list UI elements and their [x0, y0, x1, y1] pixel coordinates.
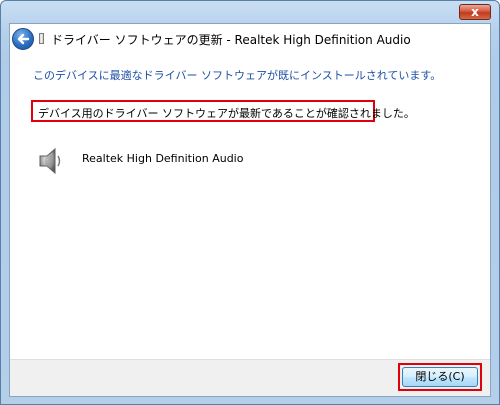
back-button[interactable] — [12, 28, 34, 50]
driver-update-window: x ドライバー ソフトウェアの更新 - Realtek High Definit… — [0, 0, 500, 405]
close-button-highlight: 閉じる(C) — [398, 363, 482, 391]
speaker-icon — [39, 147, 61, 175]
dialog-footer: 閉じる(C) — [10, 359, 490, 396]
confirmation-highlight: デバイス用のドライバー ソフトウェアが最新であることが確認されました。 — [31, 100, 415, 122]
status-message: このデバイスに最適なドライバー ソフトウェアが既にインストールされています。 — [33, 69, 442, 82]
close-button[interactable]: 閉じる(C) — [402, 367, 478, 387]
window-close-button[interactable]: x — [459, 4, 491, 20]
confirmation-message: デバイス用のドライバー ソフトウェアが最新であることが確認されました。 — [38, 107, 415, 120]
close-icon: x — [471, 5, 479, 19]
window-title: ドライバー ソフトウェアの更新 - Realtek High Definitio… — [51, 33, 411, 47]
back-arrow-icon — [17, 33, 30, 45]
device-icon — [39, 33, 44, 44]
dialog-client-area: ドライバー ソフトウェアの更新 - Realtek High Definitio… — [9, 23, 491, 397]
device-name: Realtek High Definition Audio — [82, 152, 244, 165]
dialog-header: ドライバー ソフトウェアの更新 - Realtek High Definitio… — [10, 24, 490, 54]
